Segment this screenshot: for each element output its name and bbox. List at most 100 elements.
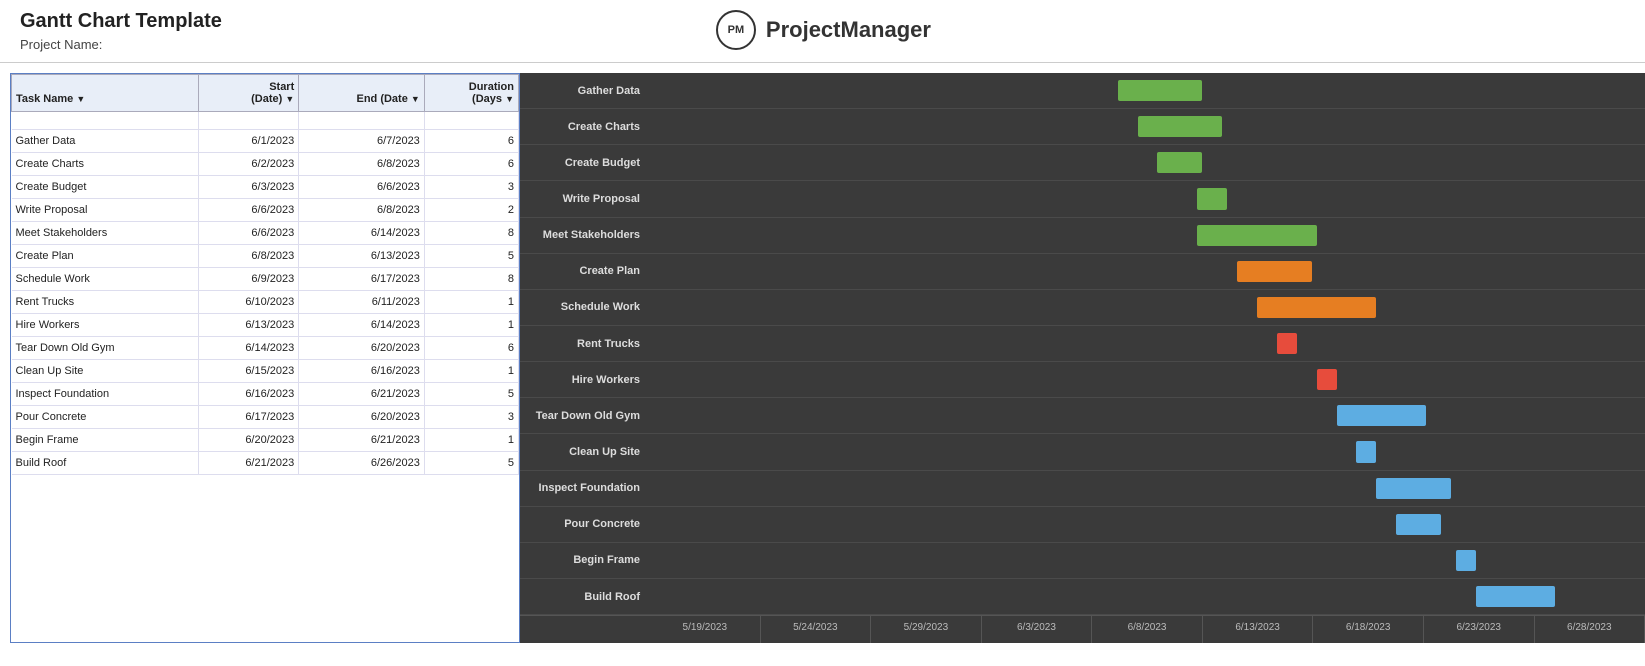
duration-cell: 1 — [424, 429, 518, 452]
table-row: Pour Concrete 6/17/2023 6/20/2023 3 — [12, 406, 519, 429]
end-date-cell: 6/6/2023 — [299, 176, 425, 199]
xaxis-label: 6/13/2023 — [1203, 616, 1314, 643]
table-row: Create Plan 6/8/2023 6/13/2023 5 — [12, 245, 519, 268]
duration-cell: 3 — [424, 176, 518, 199]
gantt-bar — [1337, 405, 1427, 426]
duration-cell: 2 — [424, 199, 518, 222]
xaxis-label: 6/8/2023 — [1092, 616, 1203, 643]
start-date-cell: 6/3/2023 — [198, 176, 299, 199]
end-date-cell: 6/20/2023 — [299, 406, 425, 429]
start-date-cell: 6/20/2023 — [198, 429, 299, 452]
xaxis-label: 6/3/2023 — [982, 616, 1093, 643]
start-date-cell: 6/15/2023 — [198, 360, 299, 383]
end-date-cell: 6/14/2023 — [299, 222, 425, 245]
gantt-bar — [1277, 333, 1297, 354]
gantt-bar-area — [650, 254, 1645, 289]
gantt-xaxis-labels: 5/19/20235/24/20235/29/20236/3/20236/8/2… — [650, 616, 1645, 643]
gantt-row: Gather Data — [520, 73, 1645, 109]
gantt-bar-area — [650, 398, 1645, 433]
gantt-row-label: Clean Up Site — [520, 446, 650, 458]
start-date-cell: 6/17/2023 — [198, 406, 299, 429]
gantt-bar-area — [650, 218, 1645, 253]
col-end[interactable]: End (Date ▼ — [299, 75, 425, 112]
end-date-cell: 6/26/2023 — [299, 452, 425, 475]
duration-cell: 5 — [424, 383, 518, 406]
table-row: Tear Down Old Gym 6/14/2023 6/20/2023 6 — [12, 337, 519, 360]
table-row: Clean Up Site 6/15/2023 6/16/2023 1 — [12, 360, 519, 383]
end-date-cell: 6/20/2023 — [299, 337, 425, 360]
xaxis-label: 5/29/2023 — [871, 616, 982, 643]
gantt-row-label: Build Roof — [520, 591, 650, 603]
gantt-bar — [1376, 478, 1451, 499]
start-date-cell: 6/9/2023 — [198, 268, 299, 291]
duration-cell: 1 — [424, 291, 518, 314]
gantt-bar — [1476, 586, 1556, 607]
task-name-cell: Create Plan — [12, 245, 199, 268]
duration-cell: 6 — [424, 337, 518, 360]
col-duration[interactable]: Duration(Days ▼ — [424, 75, 518, 112]
duration-cell: 5 — [424, 245, 518, 268]
pm-brand-name: ProjectManager — [766, 17, 931, 43]
gantt-row: Rent Trucks — [520, 326, 1645, 362]
gantt-bar-area — [650, 290, 1645, 325]
gantt-bar — [1197, 188, 1227, 209]
table-row: Gather Data 6/1/2023 6/7/2023 6 — [12, 130, 519, 153]
table-row: Meet Stakeholders 6/6/2023 6/14/2023 8 — [12, 222, 519, 245]
table-row: Hire Workers 6/13/2023 6/14/2023 1 — [12, 314, 519, 337]
gantt-row-label: Rent Trucks — [520, 338, 650, 350]
gantt-row-label: Gather Data — [520, 85, 650, 97]
col-task-name[interactable]: Task Name ▼ — [12, 75, 199, 112]
gantt-rows: Gather Data Create Charts Create Budget … — [520, 73, 1645, 615]
pm-logo-icon: PM — [716, 10, 756, 50]
gantt-bar — [1237, 261, 1312, 282]
table-row: Write Proposal 6/6/2023 6/8/2023 2 — [12, 199, 519, 222]
start-date-cell: 6/10/2023 — [198, 291, 299, 314]
start-date-cell: 6/1/2023 — [198, 130, 299, 153]
task-name-cell: Clean Up Site — [12, 360, 199, 383]
gantt-bar-area — [650, 145, 1645, 180]
gantt-row: Create Budget — [520, 145, 1645, 181]
gantt-row-label: Create Budget — [520, 157, 650, 169]
duration-cell: 5 — [424, 452, 518, 475]
start-date-cell: 6/16/2023 — [198, 383, 299, 406]
task-name-cell: Gather Data — [12, 130, 199, 153]
gantt-row: Begin Frame — [520, 543, 1645, 579]
gantt-row: Schedule Work — [520, 290, 1645, 326]
duration-cell: 6 — [424, 153, 518, 176]
gantt-bar-area — [650, 579, 1645, 614]
task-name-cell: Begin Frame — [12, 429, 199, 452]
duration-cell: 1 — [424, 360, 518, 383]
gantt-row-label: Create Charts — [520, 121, 650, 133]
main-content: Task Name ▼ Start(Date) ▼ End (Date ▼ Du… — [0, 63, 1645, 643]
xaxis-label: 5/19/2023 — [650, 616, 761, 643]
duration-cell: 8 — [424, 268, 518, 291]
gantt-bar — [1118, 80, 1203, 101]
task-name-cell: Pour Concrete — [12, 406, 199, 429]
col-start[interactable]: Start(Date) ▼ — [198, 75, 299, 112]
task-name-cell: Rent Trucks — [12, 291, 199, 314]
header: Gantt Chart Template Project Name: PM Pr… — [0, 0, 1645, 63]
end-date-cell: 6/21/2023 — [299, 429, 425, 452]
gantt-bar-area — [650, 181, 1645, 216]
gantt-bar — [1257, 297, 1376, 318]
gantt-row: Create Plan — [520, 254, 1645, 290]
gantt-row: Pour Concrete — [520, 507, 1645, 543]
task-name-cell: Create Charts — [12, 153, 199, 176]
gantt-bar — [1356, 441, 1376, 462]
gantt-bar-area — [650, 543, 1645, 578]
task-name-cell: Build Roof — [12, 452, 199, 475]
branding: PM ProjectManager — [716, 10, 931, 50]
end-date-cell: 6/14/2023 — [299, 314, 425, 337]
task-name-cell: Meet Stakeholders — [12, 222, 199, 245]
end-date-cell: 6/16/2023 — [299, 360, 425, 383]
gantt-row: Build Roof — [520, 579, 1645, 615]
xaxis-label: 6/23/2023 — [1424, 616, 1535, 643]
gantt-bar — [1396, 514, 1441, 535]
gantt-bar — [1157, 152, 1202, 173]
table-row: Build Roof 6/21/2023 6/26/2023 5 — [12, 452, 519, 475]
duration-cell: 8 — [424, 222, 518, 245]
gantt-bar-area — [650, 434, 1645, 469]
table-header-row: Task Name ▼ Start(Date) ▼ End (Date ▼ Du… — [12, 75, 519, 112]
gantt-bar-area — [650, 507, 1645, 542]
gantt-row-label: Tear Down Old Gym — [520, 410, 650, 422]
